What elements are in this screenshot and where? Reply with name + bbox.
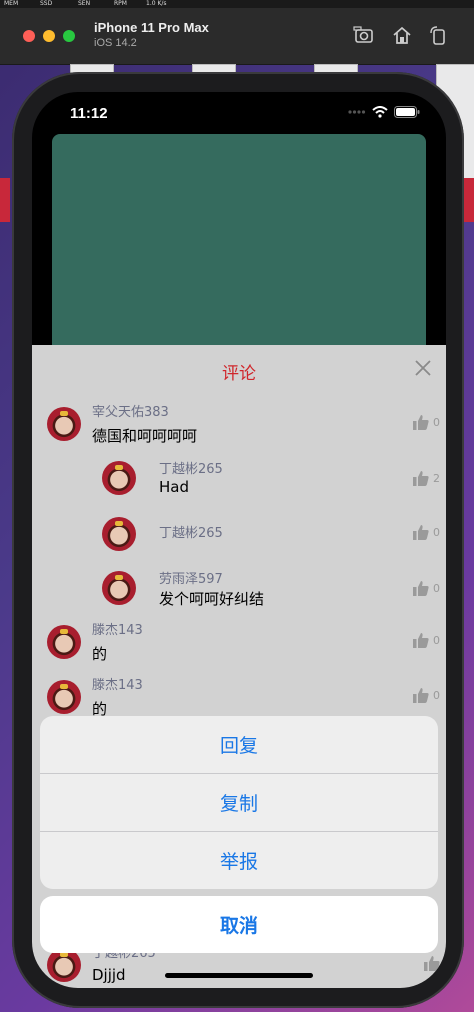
like-count: 2 (433, 472, 440, 485)
device-name: iPhone 11 Pro Max (94, 20, 209, 35)
comment-author[interactable]: 宰父天佑383 (92, 401, 169, 420)
comment-item[interactable]: 滕杰143 的 0 (32, 619, 446, 675)
avatar[interactable] (47, 407, 81, 441)
like-count: 0 (433, 416, 440, 429)
home-icon[interactable] (390, 23, 414, 47)
background-window (464, 178, 474, 222)
reply-item[interactable]: 丁越彬265 0 (32, 511, 446, 567)
menu-stat: SSD (40, 0, 53, 7)
close-icon[interactable] (414, 359, 434, 379)
background-window (0, 178, 10, 222)
comment-text: 德国和呵呵呵呵 (92, 427, 198, 445)
simulator-title-bar: iPhone 11 Pro Max iOS 14.2 (0, 8, 474, 65)
notch (135, 92, 344, 122)
avatar[interactable] (102, 517, 136, 551)
avatar[interactable] (47, 948, 81, 982)
os-version: iOS 14.2 (94, 37, 137, 49)
video-player[interactable] (52, 134, 426, 364)
comment-author[interactable]: 劳雨泽597 (159, 568, 223, 587)
reply-action-button[interactable]: 回复 (40, 716, 438, 774)
menu-stat: 1.0 K/s (146, 0, 167, 7)
like-count: 0 (433, 526, 440, 539)
reply-item[interactable]: 劳雨泽597 发个呵呵好纠结 0 (32, 567, 446, 623)
action-sheet: 回复 复制 举报 (40, 716, 438, 889)
avatar[interactable] (47, 625, 81, 659)
menu-stat: SEN (78, 0, 91, 7)
comment-text: Had (159, 478, 189, 496)
comment-item[interactable]: 宰父天佑383 德国和呵呵呵呵 0 (32, 401, 446, 457)
comment-text: 发个呵呵好纠结 (159, 590, 265, 608)
comment-author[interactable]: 丁越彬265 (159, 522, 223, 541)
comment-author[interactable]: 丁越彬265 (159, 458, 223, 477)
comments-title: 评论 (222, 364, 256, 384)
mac-menu-bar: MEM SSD SEN RPM 1.0 K/s (0, 0, 474, 8)
thumbs-up-icon (413, 415, 429, 430)
like-count: 0 (433, 689, 440, 702)
menu-stat: RPM (114, 0, 127, 7)
like-button[interactable]: 0 (413, 581, 440, 596)
avatar[interactable] (102, 571, 136, 605)
thumbs-up-icon (413, 525, 429, 540)
thumbs-up-icon (413, 581, 429, 596)
avatar[interactable] (47, 680, 81, 714)
wifi-icon (372, 106, 388, 118)
cancel-button[interactable]: 取消 (40, 896, 438, 953)
thumbs-up-icon (413, 688, 429, 703)
like-button[interactable]: 0 (413, 525, 440, 540)
like-button[interactable]: 0 (413, 415, 440, 430)
close-window-button[interactable] (23, 30, 35, 42)
copy-action-button[interactable]: 复制 (40, 774, 438, 832)
zoom-window-button[interactable] (63, 30, 75, 42)
signal-icon (348, 110, 366, 114)
status-time: 11:12 (70, 105, 108, 122)
like-button[interactable]: 0 (413, 688, 440, 703)
avatar[interactable] (102, 461, 136, 495)
like-button[interactable]: 0 (413, 633, 440, 648)
like-count: 0 (433, 634, 440, 647)
comment-text: Djjjd (92, 966, 126, 984)
reply-item[interactable]: 丁越彬265 Had 2 (32, 457, 446, 513)
thumbs-up-icon (413, 471, 429, 486)
iphone-screen: 11:12 评论 宰父天佑383 德国和呵呵呵呵 0 丁越彬265 Had 2 … (32, 92, 446, 988)
report-action-button[interactable]: 举报 (40, 832, 438, 889)
thumbs-up-icon (413, 633, 429, 648)
menu-stat: MEM (4, 0, 19, 7)
status-icons (348, 106, 420, 118)
rotate-icon[interactable] (426, 23, 450, 47)
comment-author[interactable]: 滕杰143 (92, 619, 143, 638)
minimize-window-button[interactable] (43, 30, 55, 42)
screenshot-icon[interactable] (352, 23, 376, 47)
home-indicator[interactable] (165, 973, 313, 978)
thumbs-up-icon (424, 956, 440, 971)
comment-text: 的 (92, 645, 108, 663)
comment-author[interactable]: 滕杰143 (92, 674, 143, 693)
like-button[interactable] (424, 956, 440, 971)
like-button[interactable]: 2 (413, 471, 440, 486)
comments-sheet: 评论 宰父天佑383 德国和呵呵呵呵 0 丁越彬265 Had 2 丁越彬265… (32, 345, 446, 988)
battery-icon (394, 106, 420, 118)
like-count: 0 (433, 582, 440, 595)
